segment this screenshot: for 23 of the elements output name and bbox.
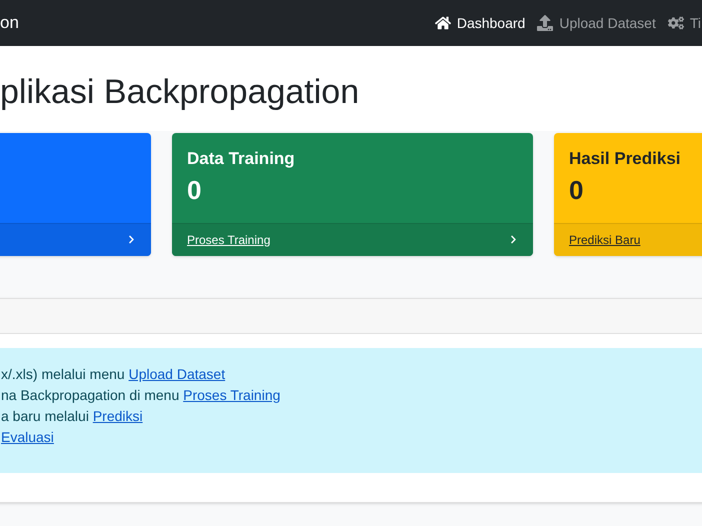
chevron-icon	[127, 235, 136, 244]
nav-link[interactable]: Upload Dataset	[537, 12, 656, 34]
upload-icon	[537, 15, 554, 31]
card-link[interactable]: Prediksi Baru	[569, 230, 640, 249]
card-title: Data Training	[187, 148, 296, 170]
gears-icon	[668, 15, 684, 31]
card-value: 0	[569, 174, 584, 207]
page-title: plikasi Backpropagation	[0, 72, 360, 113]
instruction-text: a baru melalui Prediksi	[1, 406, 143, 426]
instruction-link[interactable]: Upload Dataset	[128, 366, 226, 382]
instruction-link[interactable]: Evaluasi	[1, 428, 54, 445]
chevron-icon	[509, 235, 518, 244]
house-icon	[434, 15, 451, 31]
card-title: Hasil Prediksi	[569, 148, 682, 170]
nav-link[interactable]: Dashboard	[434, 12, 526, 34]
brand-name[interactable]: on	[0, 10, 19, 36]
instruction-link[interactable]: Proses Training	[183, 386, 280, 403]
instruction-text: na Backpropagation di menu Proses Training	[1, 386, 280, 405]
instruction-link[interactable]: Prediksi	[92, 408, 143, 424]
card-value: 0	[187, 174, 202, 207]
instruction-text: x/.xls) melalui menu Upload Dataset	[1, 364, 226, 384]
nav-link[interactable]: Ti	[668, 12, 701, 34]
card-link[interactable]: Proses Training	[187, 230, 270, 249]
